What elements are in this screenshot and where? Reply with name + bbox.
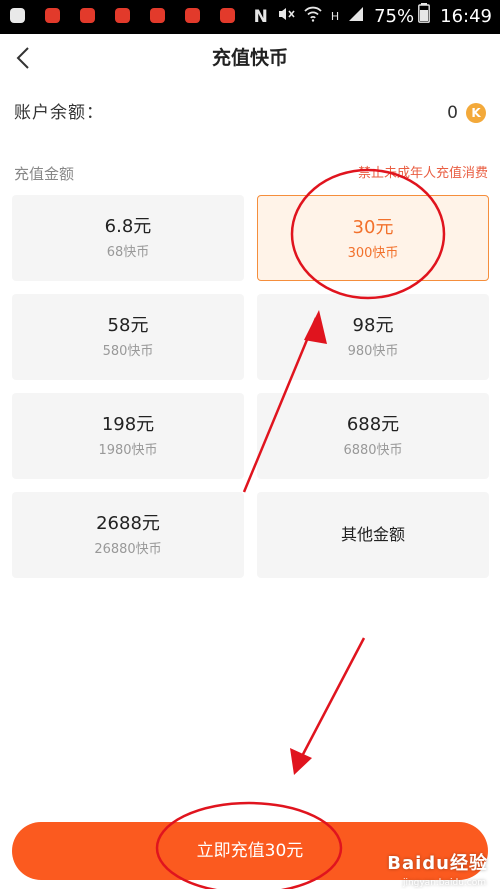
option-amount: 688元 (346, 414, 400, 435)
recharge-option[interactable]: 198元 1980快币 (12, 393, 244, 479)
status-icons: N H 75% 16:49 (245, 3, 492, 31)
signal-icon (348, 4, 364, 30)
minor-warning: 禁止未成年人充值消费 (357, 166, 488, 181)
page-title: 充值快币 (211, 47, 288, 69)
battery-icon (418, 3, 431, 31)
watermark-logo: Baidu经验 (387, 853, 488, 874)
app-notification-icon (80, 8, 95, 23)
option-amount: 30元 (352, 217, 394, 238)
recharge-option[interactable]: 58元 580快币 (12, 294, 244, 380)
option-coins: 26880快币 (94, 542, 162, 557)
app-notification-icon (185, 8, 200, 23)
option-coins: 580快币 (102, 344, 154, 359)
recharge-option[interactable]: 98元 980快币 (257, 294, 489, 380)
coin-icon: K (466, 103, 486, 123)
recharge-option[interactable]: 688元 6880快币 (257, 393, 489, 479)
option-amount: 6.8元 (104, 216, 152, 237)
recharge-option[interactable]: 2688元 26880快币 (12, 492, 244, 578)
app-notification-icon (150, 8, 165, 23)
app-notification-icon (45, 8, 60, 23)
mute-icon (277, 4, 295, 30)
app-notification-icon (115, 8, 130, 23)
back-button[interactable] (13, 46, 35, 70)
option-coins: 1980快币 (98, 443, 158, 458)
option-coins: 68快币 (106, 245, 150, 260)
annotation-arrow (298, 637, 366, 761)
battery-percent: 75% (374, 6, 415, 27)
option-amount: 198元 (101, 414, 155, 435)
chevron-left-icon (16, 47, 29, 69)
option-amount: 2688元 (96, 513, 160, 534)
app-notification-icon (220, 8, 235, 23)
message-icon (10, 8, 25, 23)
balance-value: 0 (447, 103, 458, 123)
option-amount: 98元 (352, 315, 394, 336)
screen: N H 75% 16:49 充值快币 账户余额： 0 K 充值金额 禁止未成年人… (0, 0, 500, 889)
nfc-icon: N (253, 7, 268, 27)
recharge-option-custom[interactable]: 其他金额 (257, 492, 489, 578)
option-coins: 980快币 (347, 344, 399, 359)
clock: 16:49 (440, 6, 492, 27)
status-bar: N H 75% 16:49 (0, 0, 500, 34)
option-amount: 58元 (107, 315, 149, 336)
recharge-option[interactable]: 6.8元 68快币 (12, 195, 244, 281)
arrow-head (290, 748, 312, 775)
option-amount: 其他金额 (340, 525, 405, 544)
hspa-icon: H (330, 10, 340, 23)
option-coins: 6880快币 (343, 443, 403, 458)
recharge-section-label: 充值金额 (14, 165, 75, 183)
recharge-option-selected[interactable]: 30元 300快币 (257, 195, 489, 281)
option-coins: 300快币 (347, 246, 399, 261)
watermark-url: jingyan.baidu.com (402, 878, 486, 888)
balance-label: 账户余额： (14, 103, 104, 123)
wifi-icon (304, 4, 322, 30)
notification-icons (10, 8, 255, 23)
